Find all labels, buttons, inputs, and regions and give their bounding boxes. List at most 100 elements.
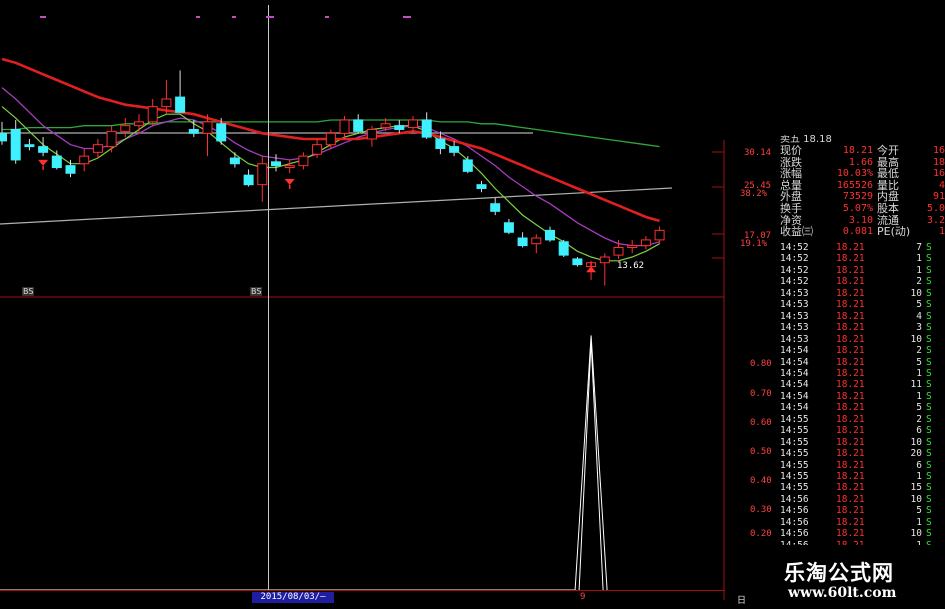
candle[interactable] [654, 226, 665, 244]
quote-value: 5.0 [926, 203, 945, 214]
tick-side: S [926, 242, 932, 253]
tick-price: 18.21 [836, 356, 865, 368]
candles[interactable] [0, 70, 665, 286]
tick-time: 14:55 [780, 482, 809, 494]
tick-volume: 11 [910, 379, 922, 391]
candle[interactable] [243, 169, 254, 187]
candle[interactable] [229, 152, 240, 168]
candle[interactable] [490, 198, 501, 216]
candle[interactable] [476, 180, 487, 193]
quote-label: 净资 [780, 213, 802, 227]
candle[interactable] [298, 152, 309, 170]
quote-label: 现价 [780, 144, 802, 157]
tick-time: 14:55 [780, 459, 809, 471]
candle-body [38, 146, 49, 153]
candle[interactable] [599, 253, 610, 286]
quote-label: 收益㈢ [780, 225, 813, 239]
candle[interactable] [449, 140, 460, 157]
candle[interactable] [339, 116, 350, 139]
candle[interactable] [79, 148, 90, 172]
candle-body [325, 132, 336, 146]
tick-volume: 4 [916, 310, 922, 322]
period-label[interactable]: 日 [737, 593, 746, 606]
quote-label: 流通 [877, 213, 899, 227]
tick-price: 18.21 [836, 413, 865, 425]
kline-chart[interactable] [0, 0, 725, 600]
crosshair-vertical[interactable] [268, 5, 269, 590]
tick-volume: 5 [916, 402, 922, 414]
time-axis-line [0, 590, 725, 591]
candle-body [298, 155, 309, 167]
candle[interactable] [421, 112, 432, 139]
candle-body [188, 128, 199, 134]
tick-time: 14:53 [780, 287, 809, 299]
candle[interactable] [202, 114, 213, 157]
candle[interactable] [531, 234, 542, 254]
tick-price: 18.21 [836, 482, 865, 494]
tick-price: 18.21 [836, 345, 865, 357]
tick-price: 18.21 [836, 276, 865, 288]
candle[interactable] [284, 159, 295, 174]
tick-price: 18.21 [836, 471, 865, 482]
tick-volume: 20 [910, 448, 922, 460]
candle[interactable] [462, 156, 473, 174]
candle[interactable] [134, 114, 144, 134]
price-axis-label: 38.2% [740, 189, 768, 199]
candle[interactable] [0, 121, 7, 145]
candle[interactable] [10, 119, 21, 164]
candle[interactable] [558, 239, 569, 258]
tick-side: S [926, 402, 932, 414]
tick-time: 14:54 [780, 402, 809, 414]
volume-axis-label: 0.30 [750, 505, 772, 515]
tick-volume: 6 [916, 459, 922, 471]
tick-price: 18.21 [836, 425, 865, 437]
candle-body [613, 247, 624, 256]
candle[interactable] [627, 239, 638, 254]
tick-price: 18.21 [836, 333, 865, 345]
candle-body [79, 155, 90, 165]
candle[interactable] [394, 119, 405, 134]
candle[interactable] [325, 129, 336, 149]
quote-label: PE(动) [877, 225, 911, 239]
quote-value: 73529 [842, 191, 873, 203]
candle[interactable] [147, 99, 158, 126]
candle[interactable] [175, 70, 186, 113]
candle-body [572, 258, 583, 266]
candle[interactable] [517, 232, 528, 248]
tick-price: 18.21 [836, 367, 865, 379]
quote-row: 现价 18.21 今开 16 [778, 145, 945, 156]
candle-body [627, 245, 638, 249]
candle[interactable] [640, 236, 651, 250]
tick-price: 18.21 [836, 253, 865, 265]
candle[interactable] [106, 125, 117, 153]
volume-axis-label: 0.80 [750, 359, 772, 369]
candle-body [216, 123, 227, 142]
candle[interactable] [503, 218, 514, 235]
candle[interactable] [51, 150, 62, 170]
candle[interactable] [120, 118, 131, 138]
top-marker [232, 16, 236, 18]
candle-body [120, 125, 131, 132]
candle[interactable] [353, 114, 364, 134]
tick-volume: 15 [910, 482, 922, 494]
quote-row: 涨跌 1.66 最高 18 [778, 157, 945, 168]
candle-body [531, 237, 542, 245]
sell-arrow-icon [38, 159, 49, 166]
tick-time: 14:53 [780, 310, 809, 322]
candle[interactable] [65, 159, 76, 178]
tick-time: 14:56 [780, 516, 809, 528]
tick-time: 14:52 [780, 276, 809, 288]
tick-time: 14:52 [780, 242, 809, 253]
quote-label: 外盘 [780, 190, 802, 204]
quote-row: 换手 5.07% 股本 5.0 [778, 203, 945, 214]
candle[interactable] [257, 156, 268, 202]
candle-body [558, 241, 569, 256]
candle[interactable] [572, 257, 583, 267]
tick-time: 14:54 [780, 367, 809, 379]
candle[interactable] [545, 226, 555, 242]
tick-side: S [926, 299, 932, 311]
buy-arrow-icon [586, 266, 597, 273]
candle[interactable] [271, 154, 281, 172]
candle[interactable] [24, 138, 35, 151]
candle[interactable] [38, 137, 49, 157]
